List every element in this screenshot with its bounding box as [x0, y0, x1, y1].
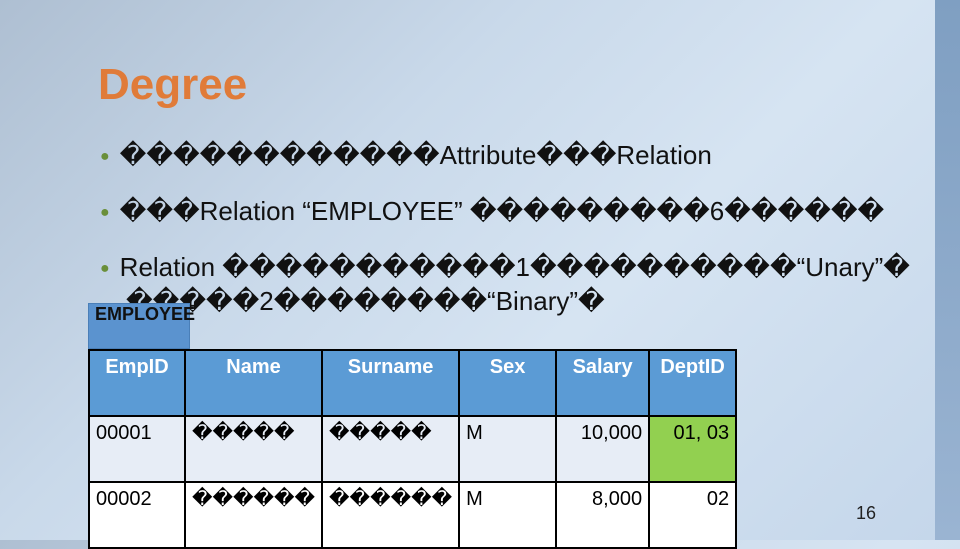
- employee-table: EmpID Name Surname Sex Salary DeptID 000…: [88, 349, 738, 549]
- header-salary: Salary: [555, 349, 651, 417]
- cell-surname: ������: [321, 481, 461, 549]
- cell-sex: M: [458, 481, 558, 549]
- slide-title: Degree: [98, 60, 248, 109]
- bullet-2: ● ���Relation “EMPLOYEE” ���������6������: [100, 196, 885, 226]
- table-row: 00002 ������ ������ M 8,000 02: [88, 481, 738, 549]
- page-number: 16: [856, 503, 877, 523]
- table-row: 00001 ����� ����� M 10,000 01, 03: [88, 415, 738, 483]
- bullet-text: ������������Attribute���Relation: [119, 140, 712, 170]
- cell-name: �����: [183, 415, 324, 483]
- table-label: EMPLOYEE: [88, 303, 195, 349]
- cell-deptid: 01, 03: [648, 415, 738, 483]
- bullet-text: Relation �����������1����������“Unary”�: [119, 252, 910, 282]
- bullet-1: ● ������������Attribute���Relation: [100, 140, 712, 170]
- bullet-text: ���Relation “EMPLOYEE” ���������6������: [119, 196, 885, 226]
- cell-salary: 10,000: [555, 415, 651, 483]
- bullet-3: ● Relation �����������1����������“Unary”�: [100, 252, 910, 282]
- header-deptid: DeptID: [648, 349, 738, 417]
- decorative-strip: [935, 0, 960, 540]
- table-header-row: EmpID Name Surname Sex Salary DeptID: [88, 349, 738, 417]
- cell-empid: 00001: [88, 415, 186, 483]
- cell-empid: 00002: [88, 481, 186, 549]
- bullet-3-continued: �����2��������“Binary”�: [126, 286, 605, 316]
- cell-surname: �����: [321, 415, 461, 483]
- cell-sex: M: [458, 415, 558, 483]
- cell-name: ������: [183, 481, 324, 549]
- cell-salary: 8,000: [555, 481, 651, 549]
- header-sex: Sex: [458, 349, 558, 417]
- header-surname: Surname: [321, 349, 461, 417]
- header-empid: EmpID: [88, 349, 186, 417]
- header-name: Name: [183, 349, 324, 417]
- cell-deptid: 02: [648, 481, 738, 549]
